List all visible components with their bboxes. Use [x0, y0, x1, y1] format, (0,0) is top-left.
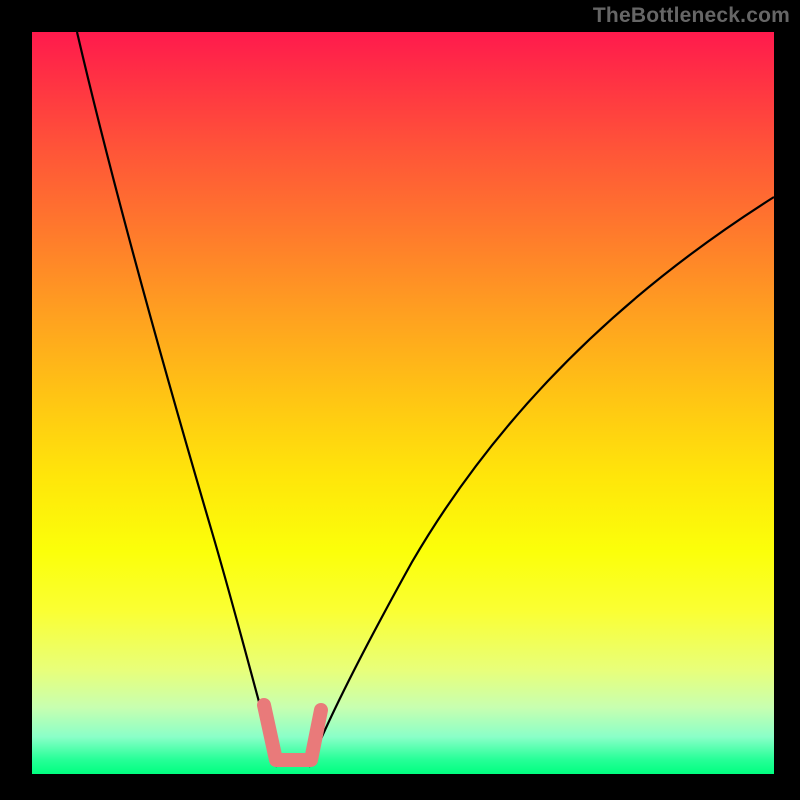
curve-layer [32, 32, 774, 774]
curve-right-branch [309, 197, 774, 767]
chart-container: TheBottleneck.com [0, 0, 800, 800]
curve-left-branch [77, 32, 277, 767]
plot-area [32, 32, 774, 774]
valley-highlight [264, 705, 321, 760]
watermark-text: TheBottleneck.com [593, 4, 790, 28]
